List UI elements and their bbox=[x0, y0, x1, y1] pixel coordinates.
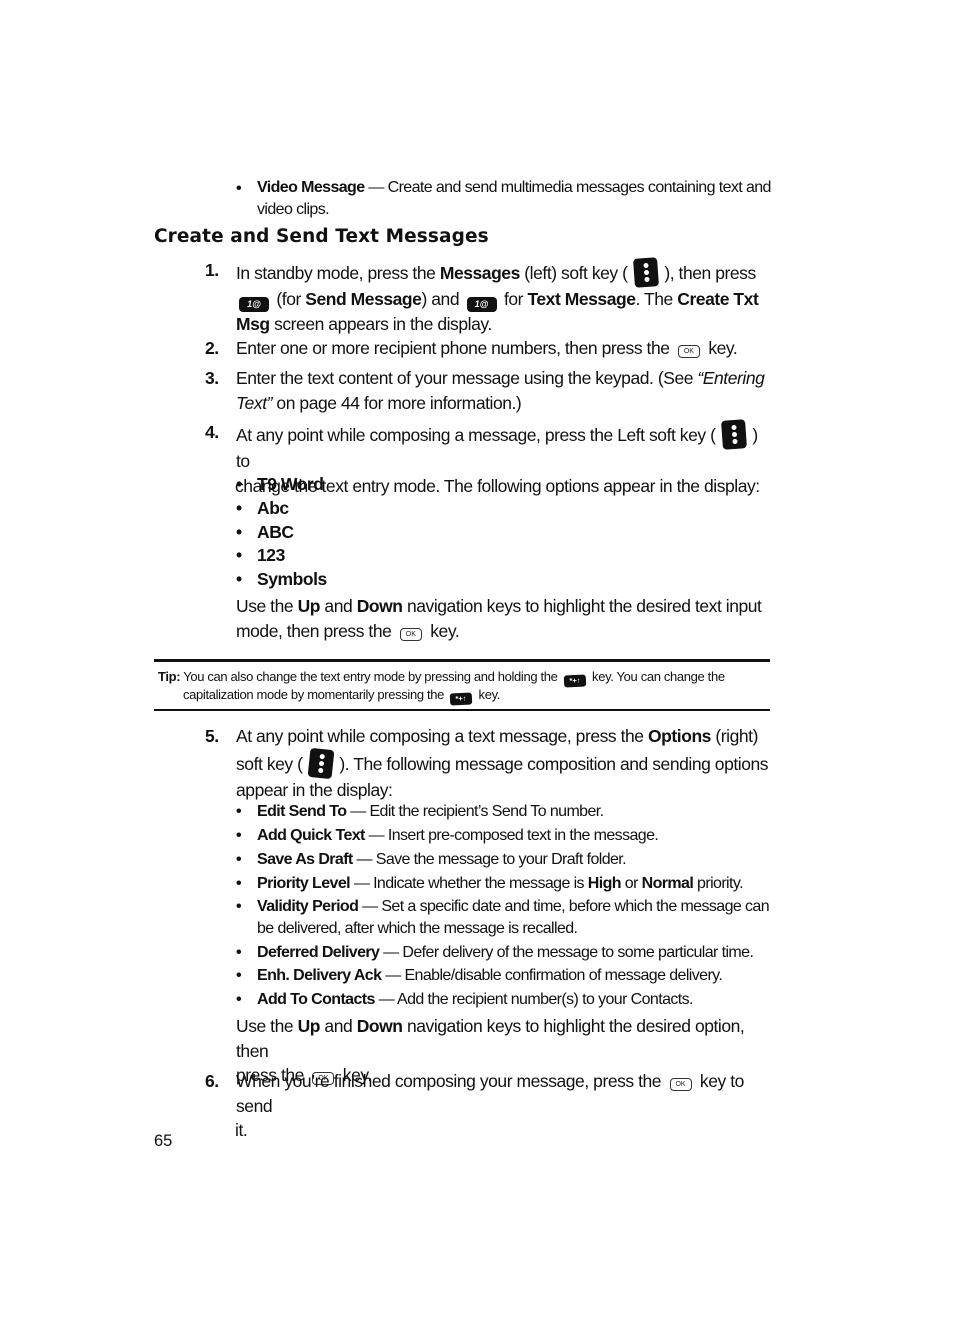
cross-reference[interactable]: “Entering bbox=[697, 368, 764, 388]
list-item-option: • Edit Send To — Edit the recipient’s Sen… bbox=[236, 800, 604, 825]
list-item-mode: • Symbols bbox=[236, 567, 327, 592]
bullet: • bbox=[236, 898, 242, 915]
bullet: • bbox=[236, 522, 242, 542]
tip-label: Tip: bbox=[158, 669, 181, 684]
step-number: 5. bbox=[205, 726, 219, 746]
ok-key-icon: OK bbox=[399, 627, 422, 641]
list-item-option: • Validity Period — Set a specific date a… bbox=[236, 896, 770, 939]
list-item-mode: • ABC bbox=[236, 520, 294, 545]
bullet: • bbox=[236, 991, 242, 1008]
list-item-option: • Priority Level — Indicate whether the m… bbox=[236, 872, 744, 897]
bullet: • bbox=[236, 180, 242, 197]
section-heading: Create and Send Text Messages bbox=[154, 226, 489, 247]
mode-option: Symbols bbox=[257, 569, 327, 589]
bullet: • bbox=[236, 851, 242, 868]
ok-key-icon: OK bbox=[669, 1078, 692, 1091]
term-video-message: Video Message bbox=[257, 179, 365, 196]
step-text: Enter the text content of your message u… bbox=[236, 368, 765, 413]
bullet: • bbox=[236, 803, 242, 820]
page-number: 65 bbox=[154, 1132, 173, 1150]
list-item-mode: • Abc bbox=[236, 496, 289, 521]
mode-option: Abc bbox=[257, 498, 289, 518]
bullet: • bbox=[236, 967, 242, 984]
tip-top-rule bbox=[154, 659, 770, 662]
list-item-mode: • T9 Word bbox=[236, 472, 324, 497]
right-softkey-icon bbox=[307, 747, 335, 779]
bullet: • bbox=[236, 498, 242, 518]
star-shift-key-icon: *+↑ bbox=[563, 674, 587, 688]
mode-option: 123 bbox=[257, 545, 285, 565]
step-text: In standby mode, press the Messages (lef… bbox=[236, 257, 759, 337]
step-text: When you’re finished composing your mess… bbox=[235, 1071, 744, 1140]
list-item-video-message: • Video Message — Create and send multim… bbox=[236, 177, 776, 221]
key-1-icon: 1@ bbox=[239, 297, 269, 312]
step-text: At any point while composing a text mess… bbox=[236, 726, 769, 800]
list-item-option: • Enh. Delivery Ack — Enable/disable conf… bbox=[236, 964, 723, 989]
manual-page: • Video Message — Create and send multim… bbox=[0, 0, 954, 1319]
tip-note: Tip: You can also change the text entry … bbox=[158, 669, 768, 706]
left-softkey-icon bbox=[632, 257, 659, 288]
step-2: 2. Enter one or more recipient phone num… bbox=[205, 336, 770, 361]
step-number: 2. bbox=[205, 338, 219, 358]
step-1: 1. In standby mode, press the Messages (… bbox=[205, 257, 770, 337]
bullet: • bbox=[236, 827, 242, 844]
list-item-option: • Add To Contacts — Add the recipient num… bbox=[236, 988, 693, 1013]
list-item-mode: • 123 bbox=[236, 543, 285, 568]
step-number: 3. bbox=[205, 368, 219, 388]
list-item-option: • Deferred Delivery — Defer delivery of t… bbox=[236, 941, 754, 966]
step-5: 5. At any point while composing a text m… bbox=[205, 724, 770, 802]
step-6: 6. When you’re finished composing your m… bbox=[205, 1069, 770, 1143]
mode-option: T9 Word bbox=[257, 474, 324, 494]
step-number: 4. bbox=[205, 422, 219, 442]
list-item-option: • Add Quick Text — Insert pre-composed te… bbox=[236, 824, 659, 849]
left-softkey-icon bbox=[720, 419, 747, 450]
star-shift-key-icon: *+↑ bbox=[449, 692, 473, 706]
bullet-text: Video Message — Create and send multimed… bbox=[257, 179, 771, 218]
bullet: • bbox=[236, 569, 242, 589]
list-item-option: • Save As Draft — Save the message to you… bbox=[236, 848, 627, 873]
step-number: 1. bbox=[205, 260, 219, 280]
step-4-instruction: Use the Up and Down navigation keys to h… bbox=[236, 596, 762, 641]
step-text: Enter one or more recipient phone number… bbox=[236, 338, 738, 358]
step-3: 3. Enter the text content of your messag… bbox=[205, 366, 770, 415]
tip-bottom-rule bbox=[154, 709, 770, 711]
key-1-icon: 1@ bbox=[466, 297, 497, 312]
bullet: • bbox=[236, 474, 242, 494]
ok-key-icon: OK bbox=[677, 345, 700, 358]
step-number: 6. bbox=[205, 1071, 219, 1091]
bullet: • bbox=[236, 944, 242, 961]
mode-option: ABC bbox=[257, 522, 294, 542]
cross-reference[interactable]: Text” bbox=[236, 393, 272, 413]
bullet: • bbox=[236, 545, 242, 565]
bullet: • bbox=[236, 875, 242, 892]
